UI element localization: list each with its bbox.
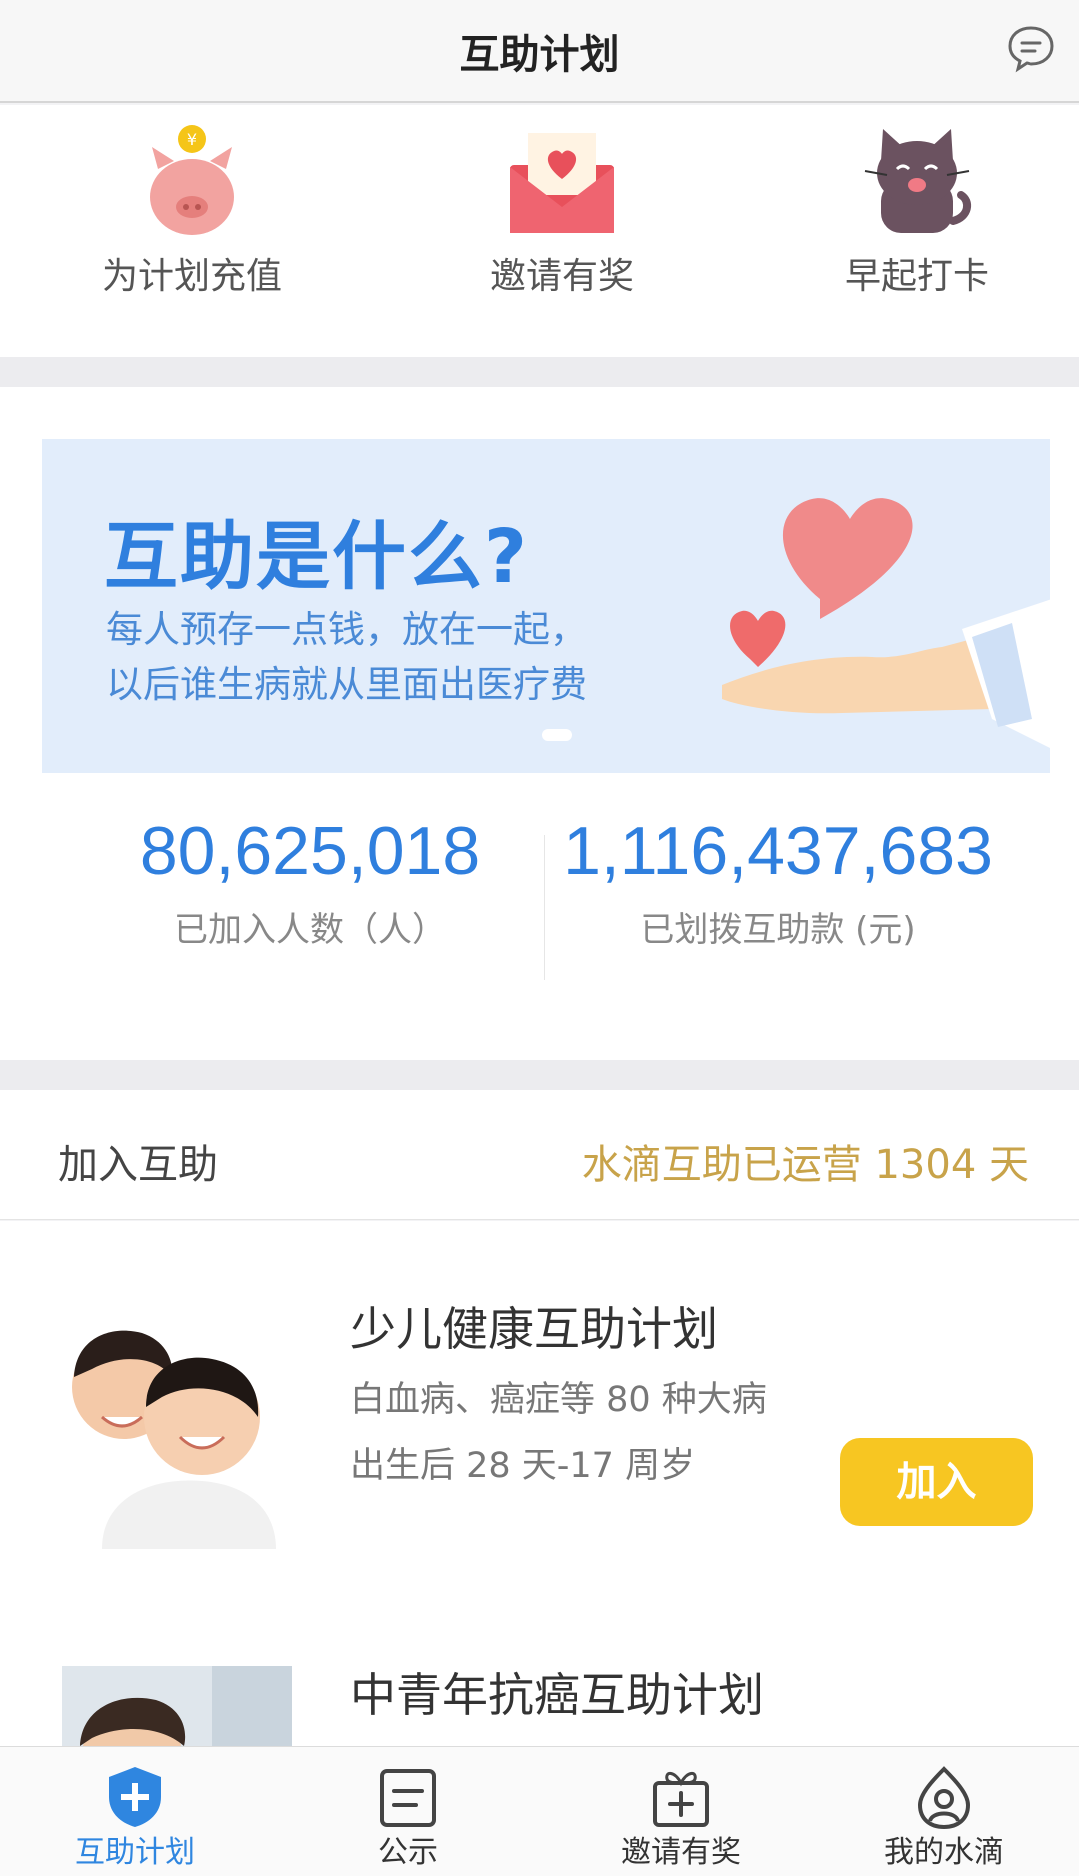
piggy-bank-icon: ¥ — [150, 125, 234, 235]
tab-plans[interactable]: 互助计划 — [0, 1747, 270, 1876]
plan-coverage: 白血病、癌症等 80 种大病 — [350, 1380, 767, 1420]
intro-banner[interactable]: 互助是什么? 每人预存一点钱，放在一起， 以后谁生病就从里面出医疗费 — [42, 439, 1050, 773]
tab-label: 互助计划 — [75, 1835, 195, 1870]
shield-plus-icon — [109, 1767, 161, 1827]
plan-title: 中青年抗癌互助计划 — [350, 1668, 764, 1722]
quick-action-label: 早起打卡 — [844, 256, 989, 297]
plan-age-range: 出生后 28 天-17 周岁 — [350, 1446, 696, 1486]
plan-list: 少儿健康互助计划 白血病、癌症等 80 种大病 出生后 28 天-17 周岁 加… — [0, 1221, 1079, 1746]
overview-panel: 互助是什么? 每人预存一点钱，放在一起， 以后谁生病就从里面出医疗费 80,62… — [0, 387, 1079, 1060]
banner-line-1: 每人预存一点钱，放在一起， — [106, 608, 587, 651]
tab-profile[interactable]: 我的水滴 — [809, 1747, 1079, 1876]
stat-divider — [544, 835, 545, 980]
children-photo — [62, 1317, 292, 1549]
hand-heart-illustration — [722, 498, 1050, 748]
tab-notice[interactable]: 公示 — [273, 1747, 543, 1876]
join-section-title: 加入互助 — [58, 1142, 218, 1188]
members-count: 80,625,018 — [139, 813, 481, 889]
tab-label: 我的水滴 — [884, 1835, 1004, 1870]
members-label: 已加入人数（人） — [174, 910, 446, 950]
notice-board-icon — [380, 1769, 436, 1827]
page-title: 互助计划 — [459, 32, 620, 78]
banner-line-2: 以后谁生病就从里面出医疗费 — [106, 663, 587, 706]
quick-actions: ¥ 为计划充值 邀请有奖 早起打卡 — [0, 105, 1079, 357]
paid-label: 已划拨互助款 (元) — [640, 910, 916, 950]
tab-label: 公示 — [378, 1835, 438, 1870]
cat-icon — [864, 129, 972, 233]
chat-bubble-icon[interactable] — [1005, 22, 1057, 74]
quick-action-recharge[interactable]: ¥ 为计划充值 — [42, 105, 342, 357]
adult-photo — [62, 1666, 292, 1746]
quick-action-label: 邀请有奖 — [489, 256, 634, 297]
top-nav-bar: 互助计划 — [0, 0, 1079, 103]
tab-invite[interactable]: 邀请有奖 — [546, 1747, 816, 1876]
tab-label: 邀请有奖 — [621, 1835, 741, 1870]
profile-drop-icon — [917, 1766, 971, 1829]
section-divider — [0, 1060, 1079, 1090]
carousel-indicator — [542, 729, 572, 741]
members-stat: 80,625,018 已加入人数（人） — [100, 812, 520, 951]
join-section-header: 加入互助 水滴互助已运营 1304 天 — [0, 1090, 1079, 1220]
envelope-heart-icon — [510, 133, 614, 233]
section-divider — [0, 357, 1079, 387]
paid-amount: 1,116,437,683 — [563, 813, 993, 889]
bottom-tab-bar: 互助计划 公示 邀请有奖 我的水滴 — [0, 1746, 1079, 1876]
quick-action-label: 为计划充值 — [101, 256, 282, 297]
svg-text:¥: ¥ — [187, 130, 197, 149]
banner-title: 互助是什么? — [104, 514, 529, 600]
quick-action-checkin[interactable]: 早起打卡 — [767, 105, 1067, 357]
join-button[interactable]: 加入 — [840, 1438, 1033, 1526]
quick-action-invite[interactable]: 邀请有奖 — [412, 105, 712, 357]
plan-title: 少儿健康互助计划 — [350, 1302, 718, 1356]
paid-stat: 1,116,437,683 已划拨互助款 (元) — [548, 812, 1008, 951]
operating-days: 水滴互助已运营 1304 天 — [581, 1142, 1029, 1188]
gift-box-icon — [653, 1772, 709, 1827]
